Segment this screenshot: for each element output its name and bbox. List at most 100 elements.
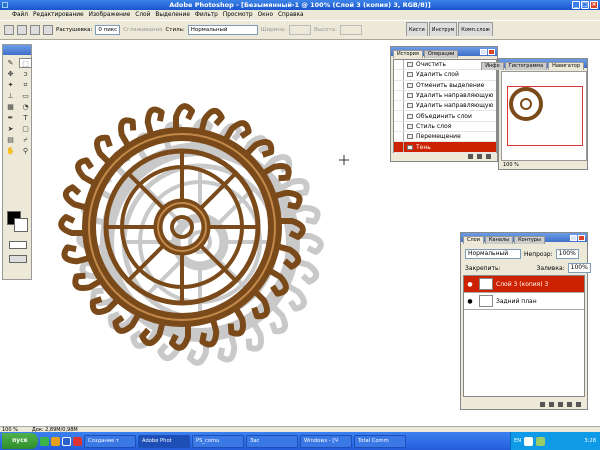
blur-tool-icon[interactable]: ◔: [19, 102, 32, 112]
history-item[interactable]: Удалить направляющую: [394, 90, 496, 102]
well-tab[interactable]: Инструм: [428, 22, 458, 36]
tool-preset-icon[interactable]: [4, 25, 14, 35]
history-item[interactable]: Отменить выделение: [394, 80, 496, 91]
menu-item[interactable]: Редактирование: [33, 12, 84, 18]
fill-input[interactable]: 100%: [567, 263, 591, 273]
start-button[interactable]: пуск: [2, 433, 38, 449]
link-icon[interactable]: [540, 402, 545, 407]
taskbar-task[interactable]: Windows - [Ч: [300, 434, 352, 448]
subtract-selection-icon[interactable]: [43, 25, 53, 35]
history-item[interactable]: Объединить слои: [394, 111, 496, 122]
menu-item[interactable]: Просмотр: [223, 12, 253, 18]
add-selection-icon[interactable]: [30, 25, 40, 35]
history-checkbox[interactable]: [394, 142, 404, 152]
navigator-zoom[interactable]: 100 %: [503, 162, 519, 168]
history-item[interactable]: Удалить направляющую: [394, 101, 496, 112]
tray-icon[interactable]: [524, 436, 534, 446]
height-input[interactable]: [339, 25, 362, 35]
notes-tool-icon[interactable]: ▤: [4, 135, 17, 145]
history-checkbox[interactable]: [394, 80, 404, 90]
history-checkbox[interactable]: [394, 121, 404, 132]
quicklaunch-icon[interactable]: [62, 436, 71, 446]
style-select[interactable]: Нормальный: [187, 25, 258, 35]
lasso-tool-icon[interactable]: ↄ: [19, 69, 32, 79]
history-checkbox[interactable]: [394, 90, 404, 101]
history-checkbox[interactable]: [394, 101, 404, 111]
wand-tool-icon[interactable]: ✦: [4, 80, 17, 90]
panel-close-button[interactable]: [488, 49, 495, 55]
history-item[interactable]: Удалить слой: [394, 70, 496, 81]
tab-info[interactable]: Инфо: [481, 62, 504, 70]
background-color-swatch[interactable]: [14, 218, 28, 232]
well-tab[interactable]: Кисти: [406, 22, 428, 36]
zoom-tool-icon[interactable]: ⚲: [19, 146, 32, 156]
tab-navigator[interactable]: Навигатор: [548, 62, 584, 70]
marquee-tool-icon[interactable]: ⬚: [19, 58, 32, 68]
pen-tool-icon[interactable]: ✒: [4, 113, 17, 123]
menu-item[interactable]: Справка: [278, 12, 304, 18]
panel-minimize-button[interactable]: [570, 235, 577, 241]
trash-icon[interactable]: [576, 402, 581, 407]
menu-item[interactable]: Файл: [12, 12, 28, 18]
trash-icon[interactable]: [486, 154, 491, 159]
new-selection-icon[interactable]: [17, 25, 27, 35]
tab-layers[interactable]: Слои: [463, 236, 484, 244]
history-checkbox[interactable]: [394, 111, 404, 121]
menu-item[interactable]: Окно: [258, 12, 273, 18]
menu-item[interactable]: Выделение: [155, 12, 190, 18]
quicklaunch-icon[interactable]: [51, 436, 60, 446]
history-checkbox[interactable]: [394, 60, 404, 70]
eraser-tool-icon[interactable]: ▭: [19, 91, 32, 101]
tab-channels[interactable]: Каналы: [485, 236, 514, 244]
close-button[interactable]: ×: [590, 1, 598, 9]
menu-item[interactable]: Слой: [135, 12, 150, 18]
maximize-button[interactable]: □: [581, 1, 589, 9]
blend-mode-select[interactable]: Нормальный: [465, 249, 521, 259]
type-tool-icon[interactable]: T: [19, 113, 32, 123]
menu-item[interactable]: Фильтр: [195, 12, 218, 18]
eye-icon[interactable]: ●: [464, 281, 476, 288]
history-checkbox[interactable]: [394, 132, 404, 142]
layer-row[interactable]: ● Слой 3 (копия) 3: [464, 276, 584, 293]
mask-icon[interactable]: [558, 402, 563, 407]
quicklaunch-icon[interactable]: [40, 436, 49, 446]
history-item[interactable]: Стиль слоя: [394, 121, 496, 133]
tab-history[interactable]: История: [393, 50, 423, 58]
hand-tool-icon[interactable]: ✋: [4, 146, 17, 156]
eye-icon[interactable]: ●: [464, 298, 476, 305]
taskbar-task[interactable]: Total Comm: [354, 434, 406, 448]
panel-close-button[interactable]: [578, 235, 585, 241]
eyedropper-tool-icon[interactable]: ⌿: [19, 135, 32, 145]
history-item[interactable]: Перемещение: [394, 132, 496, 143]
taskbar-task[interactable]: Создание т: [84, 434, 136, 448]
menu-item[interactable]: Изображение: [89, 12, 131, 18]
stamp-tool-icon[interactable]: ⊥: [4, 91, 17, 101]
brush-tool-icon[interactable]: ✎: [4, 58, 17, 68]
taskbar-task[interactable]: Adobe Phot: [138, 434, 190, 448]
screen-mode-icon[interactable]: [9, 255, 27, 263]
tab-paths[interactable]: Контуры: [514, 236, 545, 244]
well-tab[interactable]: Комп.слож: [458, 22, 494, 36]
tab-histogram[interactable]: Гистограмма: [504, 62, 548, 70]
taskbar-task[interactable]: PS_comu: [192, 434, 244, 448]
new-document-icon[interactable]: [468, 154, 473, 159]
feather-input[interactable]: 0 пикс: [95, 25, 121, 35]
new-layer-icon[interactable]: [567, 402, 572, 407]
width-input[interactable]: [289, 25, 312, 35]
layer-style-icon[interactable]: [549, 402, 554, 407]
shape-tool-icon[interactable]: ▢: [19, 124, 32, 134]
antialias-checkbox[interactable]: Сглаживание: [123, 27, 162, 33]
panel-minimize-button[interactable]: [480, 49, 487, 55]
crop-tool-icon[interactable]: ⌗: [19, 80, 32, 90]
tab-actions[interactable]: Операции: [423, 50, 459, 58]
taskbar-task[interactable]: Зас: [246, 434, 298, 448]
minimize-button[interactable]: _: [572, 1, 580, 9]
move-tool-icon[interactable]: ✥: [4, 69, 17, 79]
tray-icon[interactable]: [536, 436, 546, 446]
opacity-input[interactable]: 100%: [555, 249, 579, 259]
path-tool-icon[interactable]: ➤: [4, 124, 17, 134]
quicklaunch-icon[interactable]: [73, 436, 82, 446]
navigator-thumbnail[interactable]: [501, 71, 587, 161]
language-indicator[interactable]: EN: [514, 438, 521, 444]
snapshot-icon[interactable]: [477, 154, 482, 159]
